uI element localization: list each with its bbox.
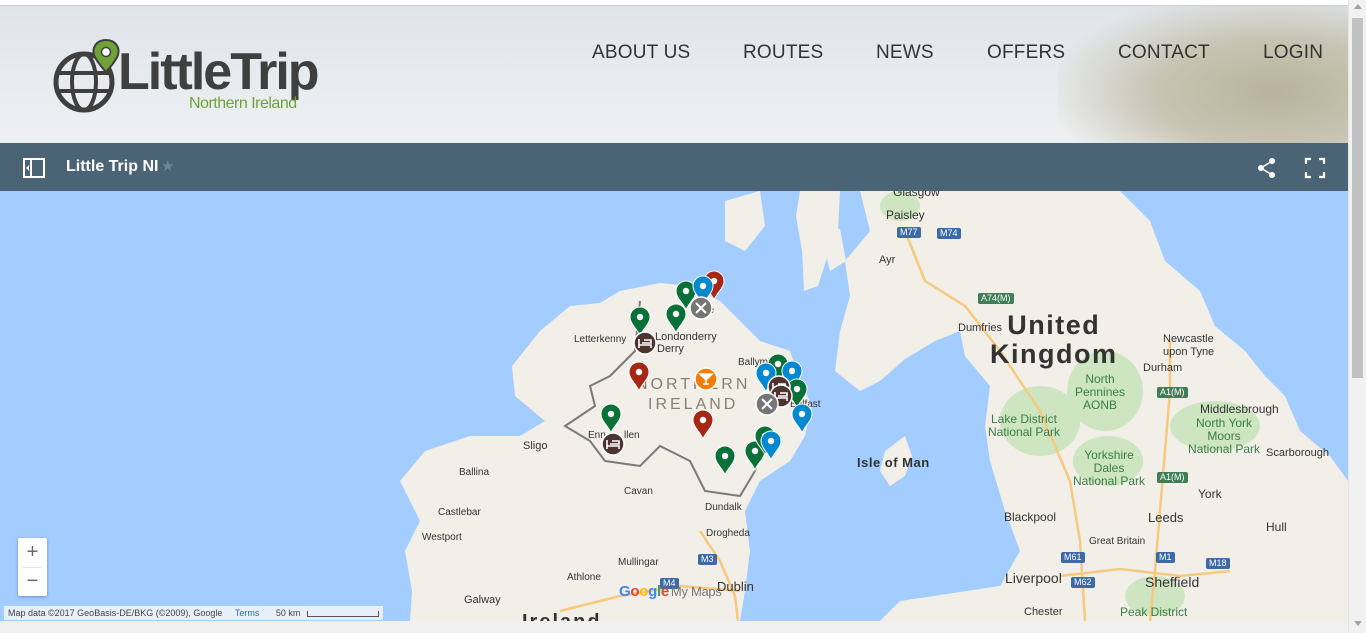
zoom-in-button[interactable]: + [18, 538, 47, 567]
map-marker-pin[interactable] [628, 361, 650, 393]
map-markers [600, 270, 813, 477]
scale-label: 50 km [275, 608, 301, 618]
map-attribution: Map data ©2017 GeoBasis-DE/BKG (©2009), … [4, 606, 383, 620]
scale-bar [306, 610, 379, 617]
vertical-scrollbar[interactable] [1348, 0, 1366, 633]
nav-about-us[interactable]: ABOUT US [592, 42, 690, 64]
nav-contact[interactable]: CONTACT [1118, 42, 1210, 64]
map-marker-hotel[interactable] [633, 331, 657, 355]
nav-routes[interactable]: ROUTES [743, 42, 823, 64]
map-marker-restaurant[interactable] [755, 392, 779, 416]
site-header: LittleTrip Northern Ireland ABOUT US ROU… [0, 6, 1348, 143]
map-marker-pin[interactable] [600, 403, 622, 435]
legend-toggle-icon[interactable] [21, 155, 47, 181]
terms-link[interactable]: Terms [235, 608, 260, 618]
map-title: Little Trip NI [66, 158, 159, 175]
map-marker-bar[interactable] [694, 367, 718, 391]
map-marker-pin[interactable] [714, 445, 736, 477]
map-marker-pin[interactable] [665, 303, 687, 335]
scroll-up-arrow[interactable] [1354, 4, 1362, 9]
page: LittleTrip Northern Ireland ABOUT US ROU… [0, 0, 1348, 633]
header-background-image [1058, 6, 1348, 143]
nav-news[interactable]: NEWS [876, 42, 934, 64]
nav-offers[interactable]: OFFERS [987, 42, 1065, 64]
zoom-out-button[interactable]: − [18, 567, 47, 596]
attribution-text: Map data ©2017 GeoBasis-DE/BKG (©2009), … [8, 608, 223, 618]
my-maps-label: My Maps [670, 584, 722, 599]
map-marker-pin[interactable] [791, 403, 813, 435]
nav-login[interactable]: LOGIN [1263, 42, 1323, 64]
map-title-bar: Little Trip NI ★ [0, 143, 1348, 191]
scroll-thumb[interactable] [1352, 18, 1363, 378]
zoom-control: + − [18, 538, 47, 596]
google-logo: Google My Maps [619, 583, 722, 600]
star-icon[interactable]: ★ [161, 157, 174, 175]
main-nav: ABOUT US ROUTES NEWS OFFERS CONTACT LOGI… [0, 42, 1348, 66]
page-bottom-strip [0, 621, 1348, 633]
share-icon[interactable] [1254, 155, 1280, 181]
zoom-separator [23, 567, 42, 568]
map-canvas[interactable]: United Kingdom NORTHERN IRELAND Isle of … [0, 191, 1348, 621]
google-logo-text: Google [619, 583, 669, 600]
map-marker-pin[interactable] [692, 409, 714, 441]
fullscreen-icon[interactable] [1302, 155, 1328, 181]
scroll-down-arrow[interactable] [1354, 621, 1362, 626]
map-marker-hotel[interactable] [601, 432, 625, 456]
brand-subtitle: Northern Ireland [189, 95, 297, 112]
map-marker-restaurant[interactable] [689, 296, 713, 320]
